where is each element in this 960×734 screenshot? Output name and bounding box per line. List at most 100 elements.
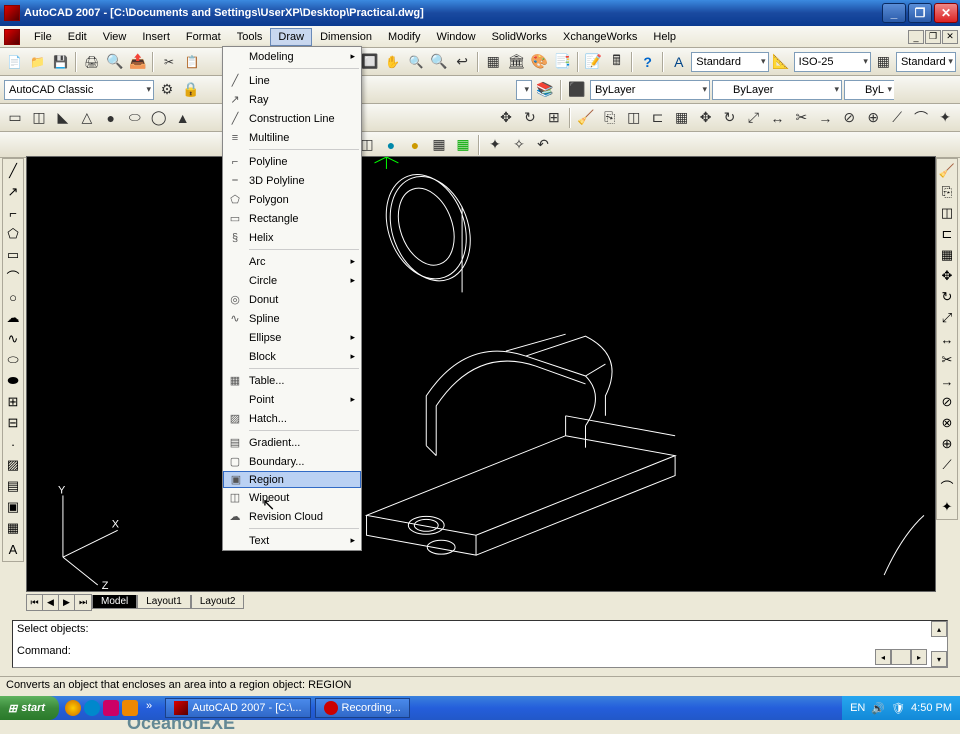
offset2-tool[interactable]: ⊏ — [937, 224, 957, 244]
break-button[interactable]: ⊘ — [838, 107, 860, 129]
draw-menu-boundary[interactable]: ▢Boundary... — [223, 452, 361, 471]
mdi-close-button[interactable]: ✕ — [942, 30, 958, 44]
tray-clock[interactable]: 4:50 PM — [911, 702, 952, 714]
erase-button[interactable]: 🧹 — [575, 107, 597, 129]
point-tool[interactable]: · — [3, 434, 23, 454]
region-tool[interactable]: ▣ — [3, 497, 23, 517]
ql-desktop-icon[interactable] — [65, 700, 81, 716]
draw-menu-point[interactable]: Point▸ — [223, 390, 361, 409]
calc-button[interactable]: 🖩 — [606, 51, 627, 73]
break-at-tool[interactable]: ⊘ — [937, 392, 957, 412]
sphere-button[interactable]: ● — [100, 107, 122, 129]
ql-media-icon[interactable] — [103, 700, 119, 716]
menu-draw[interactable]: Draw — [270, 28, 312, 46]
open-button[interactable] — [27, 51, 48, 73]
save-button[interactable] — [50, 51, 71, 73]
polysolid-button[interactable]: ▭ — [4, 107, 26, 129]
text-style-dropdown[interactable]: Standard — [691, 52, 768, 72]
mdi-minimize-button[interactable]: _ — [908, 30, 924, 44]
erase2-tool[interactable]: 🧹 — [937, 161, 957, 181]
zoom-extents-button[interactable]: 🔲 — [359, 51, 380, 73]
workspace-dropdown[interactable]: AutoCAD Classic — [4, 80, 154, 100]
cmd-scroll-down-button[interactable]: ▾ — [931, 651, 947, 667]
taskbar-item-recording[interactable]: Recording... — [315, 698, 410, 718]
draw-menu-region[interactable]: ▣Region — [223, 471, 361, 488]
tray-lang[interactable]: EN — [850, 702, 865, 714]
linetype-dropdown[interactable]: ByLayer — [712, 80, 842, 100]
pyramid-button[interactable]: ▲ — [172, 107, 194, 129]
draw-menu-spline[interactable]: ∿Spline — [223, 309, 361, 328]
menu-view[interactable]: View — [95, 28, 135, 46]
trim-button[interactable]: ✂ — [790, 107, 812, 129]
revcloud-tool[interactable]: ☁ — [3, 308, 23, 328]
draw-menu-circle[interactable]: Circle▸ — [223, 271, 361, 290]
tab-next-button[interactable]: ▶ — [59, 595, 75, 610]
tool-palettes-button[interactable]: 🎨 — [529, 51, 550, 73]
draw-menu-ellipse[interactable]: Ellipse▸ — [223, 328, 361, 347]
tab-prev-button[interactable]: ◀ — [43, 595, 59, 610]
minimize-button[interactable]: _ — [882, 3, 906, 23]
tray-volume-icon[interactable]: 🔊 — [871, 702, 885, 715]
cone-button[interactable]: △ — [76, 107, 98, 129]
extend-button[interactable]: → — [814, 107, 836, 129]
join-button[interactable]: ⊕ — [862, 107, 884, 129]
draw-menu-multiline[interactable]: ≡Multiline — [223, 128, 361, 147]
polyline-tool[interactable]: ⌐ — [3, 203, 23, 223]
draw-menu-construction-line[interactable]: ╱Construction Line — [223, 109, 361, 128]
menu-help[interactable]: Help — [645, 28, 684, 46]
zoom-window-button[interactable]: 🔍 — [429, 51, 450, 73]
mirror2-tool[interactable]: ◫ — [937, 203, 957, 223]
menu-insert[interactable]: Insert — [134, 28, 178, 46]
draw-menu-table[interactable]: ▦Table... — [223, 371, 361, 390]
3d-wireframe-button[interactable]: ● — [380, 134, 402, 156]
design-center-button[interactable]: 🏛 — [506, 51, 527, 73]
tab-model[interactable]: Model — [92, 595, 137, 609]
move2-tool[interactable]: ✥ — [937, 266, 957, 286]
draw-menu-block[interactable]: Block▸ — [223, 347, 361, 366]
copy-button[interactable] — [182, 51, 203, 73]
draw-menu-3d-polyline[interactable]: ⎯3D Polyline — [223, 171, 361, 190]
explode2-tool[interactable]: ✦ — [937, 497, 957, 517]
publish-button[interactable]: 📤 — [127, 51, 148, 73]
menu-xchangeworks[interactable]: XchangeWorks — [555, 28, 645, 46]
rotate-button[interactable]: ↻ — [719, 107, 741, 129]
hatch-tool[interactable]: ▨ — [3, 455, 23, 475]
tab-layout2[interactable]: Layout2 — [191, 595, 245, 609]
line-tool[interactable]: ╱ — [3, 161, 23, 181]
array2-tool[interactable]: ▦ — [937, 245, 957, 265]
draw-menu-text[interactable]: Text▸ — [223, 531, 361, 550]
tab-layout1[interactable]: Layout1 — [137, 595, 191, 609]
draw-menu-helix[interactable]: §Helix — [223, 228, 361, 247]
chamfer-button[interactable]: ⟋ — [886, 107, 908, 129]
cmd-scroll-left-button[interactable]: ◂ — [875, 649, 891, 665]
table-tool[interactable]: ▦ — [3, 518, 23, 538]
drawing-canvas[interactable]: Y X Z OceanofEXE — [26, 156, 936, 592]
draw-menu-wipeout[interactable]: ◫Wipeout — [223, 488, 361, 507]
command-window[interactable]: Select objects: Command: ▴ ▾ ◂ ▸ — [12, 620, 948, 668]
close-button[interactable]: ✕ — [934, 3, 958, 23]
restore-button[interactable]: ❐ — [908, 3, 932, 23]
stretch2-tool[interactable]: ↔ — [937, 329, 957, 349]
make-block-tool[interactable]: ⊟ — [3, 413, 23, 433]
ellipse-tool[interactable]: ⬭ — [3, 350, 23, 370]
ucs-world-button[interactable]: ✧ — [508, 134, 530, 156]
help-button[interactable] — [637, 51, 658, 73]
lineweight-dropdown[interactable]: ByL — [844, 80, 894, 100]
draw-menu-arc[interactable]: Arc▸ — [223, 252, 361, 271]
draw-menu-modeling[interactable]: Modeling▸ — [223, 47, 361, 66]
draw-menu-donut[interactable]: ◎Donut — [223, 290, 361, 309]
mirror-button[interactable]: ◫ — [623, 107, 645, 129]
realistic-button[interactable]: ▦ — [428, 134, 450, 156]
ql-chevron-icon[interactable]: » — [141, 700, 157, 716]
scale2-tool[interactable]: ⤢ — [937, 308, 957, 328]
sheet-set-button[interactable]: 📑 — [552, 51, 573, 73]
stretch-button[interactable]: ↔ — [766, 107, 788, 129]
tab-first-button[interactable]: ⏮ — [27, 595, 43, 610]
ellipse-arc-tool[interactable]: ⬬ — [3, 371, 23, 391]
ucs-button[interactable]: ✦ — [484, 134, 506, 156]
fillet2-tool[interactable]: ⌒ — [937, 476, 957, 496]
menu-dimension[interactable]: Dimension — [312, 28, 380, 46]
chamfer2-tool[interactable]: ⟋ — [937, 455, 957, 475]
cmd-scroll-right-button[interactable]: ▸ — [911, 649, 927, 665]
rotate2-tool[interactable]: ↻ — [937, 287, 957, 307]
